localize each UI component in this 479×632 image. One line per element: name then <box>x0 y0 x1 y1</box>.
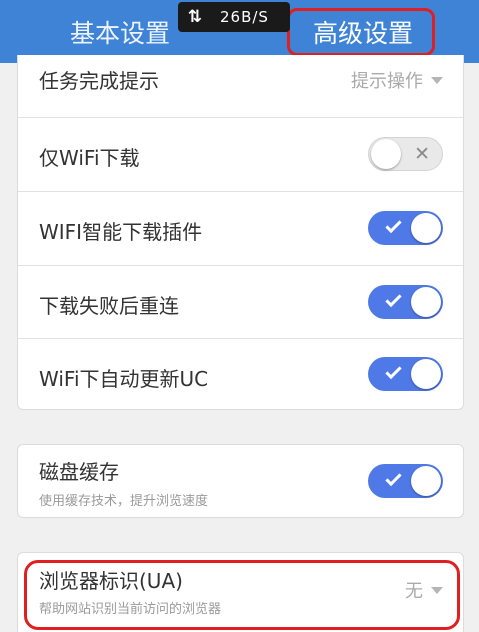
setting-row-retry[interactable]: 下载失败后重连 <box>18 266 463 339</box>
check-icon <box>385 290 402 308</box>
network-speed-text: 26B/S <box>220 8 269 26</box>
toggle-knob <box>411 287 441 317</box>
check-icon <box>385 469 402 487</box>
setting-row-disk-cache[interactable]: 磁盘缓存 使用缓存技术，提升浏览速度 <box>18 445 463 517</box>
network-speed-badge: ⇅ 26B/S <box>178 2 290 32</box>
close-icon: ✕ <box>414 143 430 165</box>
setting-label: 下载失败后重连 <box>39 294 179 318</box>
settings-group-download: 任务完成提示 提示操作 仅WiFi下载 ✕ WIFI智能下载插件 下载失败后重连… <box>17 55 464 410</box>
retry-toggle[interactable] <box>368 285 443 319</box>
highlight-annotation-tab <box>287 8 435 56</box>
setting-label: WiFi下自动更新UC <box>39 367 209 391</box>
highlight-annotation-ua <box>24 560 460 630</box>
toggle-knob <box>411 466 441 496</box>
setting-row-auto-update[interactable]: WiFi下自动更新UC <box>18 339 463 409</box>
toggle-knob <box>411 359 441 389</box>
setting-row-wifi-only[interactable]: 仅WiFi下载 ✕ <box>18 118 463 192</box>
toggle-knob <box>371 139 401 169</box>
toggle-knob <box>411 213 441 243</box>
setting-row-wifi-plugin[interactable]: WIFI智能下载插件 <box>18 192 463 266</box>
up-down-arrows-icon: ⇅ <box>187 7 203 27</box>
setting-label: WIFI智能下载插件 <box>39 220 203 244</box>
settings-group-cache: 磁盘缓存 使用缓存技术，提升浏览速度 <box>17 444 464 518</box>
setting-description: 使用缓存技术，提升浏览速度 <box>39 494 209 509</box>
select-value: 提示操作 <box>351 71 423 92</box>
dropdown-arrow-icon <box>431 76 443 84</box>
disk-cache-toggle[interactable] <box>368 464 443 498</box>
task-complete-select[interactable]: 提示操作 <box>351 67 443 93</box>
wifi-plugin-toggle[interactable] <box>368 211 443 245</box>
wifi-only-toggle[interactable]: ✕ <box>368 137 443 171</box>
setting-row-task-complete[interactable]: 任务完成提示 提示操作 <box>18 55 463 118</box>
setting-label: 任务完成提示 <box>39 69 159 93</box>
setting-label: 磁盘缓存 <box>39 460 119 484</box>
check-icon <box>385 362 402 380</box>
setting-label: 仅WiFi下载 <box>39 146 140 170</box>
check-icon <box>385 216 402 234</box>
auto-update-toggle[interactable] <box>368 357 443 391</box>
